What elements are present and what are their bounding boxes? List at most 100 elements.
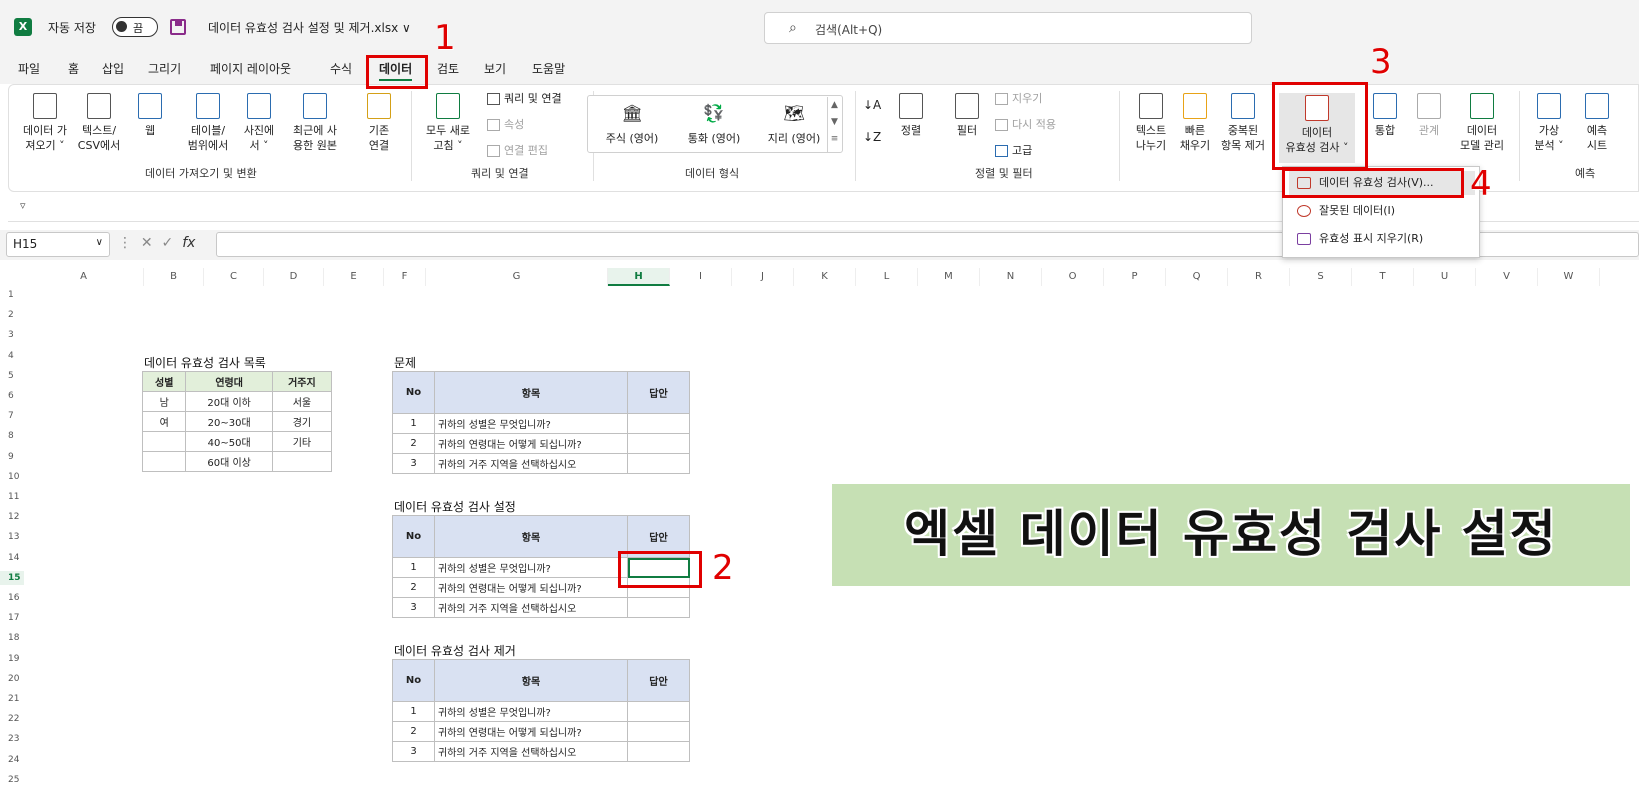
- column-header-g[interactable]: G: [426, 268, 608, 286]
- cell[interactable]: 여: [141, 411, 187, 432]
- column-header-j[interactable]: J: [732, 268, 794, 286]
- row-header-11[interactable]: 11: [0, 490, 24, 504]
- cell[interactable]: 귀하의 성별은 무엇입니까?: [434, 701, 628, 722]
- customize-toolbar-icon[interactable]: ▿: [20, 199, 26, 212]
- row-header-22[interactable]: 22: [0, 712, 24, 726]
- row-header-20[interactable]: 20: [0, 672, 24, 686]
- row-header-15[interactable]: 15: [0, 570, 24, 585]
- tab-file[interactable]: 파일: [18, 60, 40, 77]
- cell[interactable]: 귀하의 거주 지역을 선택하십시오: [434, 741, 628, 762]
- row-header-7[interactable]: 7: [0, 409, 24, 423]
- column-header-t[interactable]: T: [1352, 268, 1414, 286]
- answer-cell[interactable]: [627, 597, 690, 618]
- clear-filter-button[interactable]: 지우기: [995, 91, 1042, 107]
- row-header-4[interactable]: 4: [0, 349, 24, 363]
- recent-sources-button[interactable]: 최근에 사 용한 원본: [287, 93, 343, 153]
- column-header-f[interactable]: F: [384, 268, 426, 286]
- row-header-18[interactable]: 18: [0, 631, 24, 645]
- column-header-d[interactable]: D: [264, 268, 324, 286]
- column-header-o[interactable]: O: [1042, 268, 1104, 286]
- cell[interactable]: 2: [392, 577, 435, 598]
- tab-home[interactable]: 홈: [68, 60, 79, 77]
- cell[interactable]: 남: [141, 391, 187, 412]
- cell[interactable]: [141, 431, 187, 452]
- text-to-columns-button[interactable]: 텍스트 나누기: [1129, 93, 1173, 153]
- cell[interactable]: 서울: [271, 391, 333, 412]
- geography-button[interactable]: 🗺 지리 (영어): [754, 104, 834, 146]
- row-header-14[interactable]: 14: [0, 551, 24, 565]
- cell[interactable]: 1: [392, 557, 435, 578]
- answer-cell[interactable]: [627, 721, 690, 742]
- forecast-sheet-button[interactable]: 예측 시트: [1575, 93, 1619, 153]
- file-name[interactable]: 데이터 유효성 검사 설정 및 제거.xlsx ∨: [208, 19, 411, 36]
- sort-za-button[interactable]: ↓Z: [863, 129, 881, 145]
- name-box[interactable]: H15 ∨: [6, 232, 110, 257]
- column-header-a[interactable]: A: [24, 268, 144, 286]
- row-header-3[interactable]: 3: [0, 328, 24, 342]
- cell[interactable]: 3: [392, 597, 435, 618]
- row-header-17[interactable]: 17: [0, 611, 24, 625]
- row-header-21[interactable]: 21: [0, 692, 24, 706]
- column-header-h[interactable]: H: [608, 268, 670, 286]
- column-header-p[interactable]: P: [1104, 268, 1166, 286]
- sort-az-button[interactable]: ↓A: [863, 97, 881, 113]
- text-csv-button[interactable]: 텍스트/ CSV에서: [73, 93, 125, 153]
- answer-cell[interactable]: [627, 413, 690, 434]
- column-header-r[interactable]: R: [1228, 268, 1290, 286]
- insert-function-icon[interactable]: fx: [182, 235, 195, 251]
- column-header-i[interactable]: I: [670, 268, 732, 286]
- edit-links-button[interactable]: 연결 편집: [487, 143, 548, 159]
- filter-button[interactable]: 필터: [947, 93, 987, 138]
- advanced-filter-button[interactable]: 고급: [995, 143, 1032, 159]
- stocks-button[interactable]: 🏛 주식 (영어): [592, 104, 672, 146]
- cell[interactable]: 귀하의 연령대는 어떻게 되십니까?: [434, 721, 628, 742]
- tab-view[interactable]: 보기: [484, 60, 506, 77]
- existing-connections-button[interactable]: 기존 연결: [361, 93, 397, 153]
- row-header-24[interactable]: 24: [0, 753, 24, 767]
- cell[interactable]: 3: [392, 741, 435, 762]
- tab-review[interactable]: 검토: [437, 60, 459, 77]
- cell[interactable]: 귀하의 연령대는 어떻게 되십니까?: [434, 433, 628, 454]
- autosave-toggle[interactable]: 끔: [112, 17, 158, 37]
- save-icon[interactable]: [170, 19, 186, 35]
- cell[interactable]: 3: [392, 453, 435, 474]
- flash-fill-button[interactable]: 빠른 채우기: [1175, 93, 1215, 153]
- cell[interactable]: 2: [392, 721, 435, 742]
- column-header-n[interactable]: N: [980, 268, 1042, 286]
- row-header-12[interactable]: 12: [0, 510, 24, 524]
- row-header-25[interactable]: 25: [0, 773, 24, 787]
- column-header-u[interactable]: U: [1414, 268, 1476, 286]
- tab-draw[interactable]: 그리기: [148, 60, 181, 77]
- row-header-1[interactable]: 1: [0, 288, 24, 302]
- cell[interactable]: 귀하의 성별은 무엇입니까?: [434, 413, 628, 434]
- queries-connections-button[interactable]: 쿼리 및 연결: [487, 91, 562, 107]
- answer-cell[interactable]: [627, 701, 690, 722]
- answer-cell[interactable]: [627, 453, 690, 474]
- sort-button[interactable]: 정렬: [891, 93, 931, 138]
- consolidate-button[interactable]: 통합: [1365, 93, 1405, 138]
- search-input[interactable]: ⌕ 검색(Alt+Q): [764, 12, 1252, 44]
- row-header-2[interactable]: 2: [0, 308, 24, 322]
- refresh-all-button[interactable]: 모두 새로 고침 ˅: [419, 93, 477, 153]
- cell[interactable]: 귀하의 연령대는 어떻게 되십니까?: [434, 577, 628, 598]
- relationships-button[interactable]: 관계: [1409, 93, 1449, 138]
- tab-insert[interactable]: 삽입: [102, 60, 124, 77]
- cell[interactable]: 1: [392, 701, 435, 722]
- gallery-scroller[interactable]: ▲ ▼ ≡: [827, 97, 841, 153]
- menu-item-circle-invalid[interactable]: 잘못된 데이터(I): [1289, 199, 1475, 223]
- what-if-button[interactable]: 가상 분석 ˅: [1527, 93, 1571, 153]
- tab-page-layout[interactable]: 페이지 레이아웃: [210, 60, 291, 77]
- cancel-icon[interactable]: ✕: [141, 235, 153, 251]
- table-range-button[interactable]: 테이블/ 범위에서: [183, 93, 233, 153]
- cell[interactable]: 귀하의 성별은 무엇입니까?: [434, 557, 628, 578]
- column-header-v[interactable]: V: [1476, 268, 1538, 286]
- row-header-23[interactable]: 23: [0, 732, 24, 746]
- cell[interactable]: 귀하의 거주 지역을 선택하십시오: [434, 453, 628, 474]
- from-picture-button[interactable]: 사진에 서 ˅: [237, 93, 281, 153]
- tab-formulas[interactable]: 수식: [330, 60, 352, 77]
- cell[interactable]: 20~30대: [185, 411, 273, 432]
- menu-item-clear-circles[interactable]: 유효성 표시 지우기(R): [1289, 227, 1475, 251]
- currency-button[interactable]: 💱 통화 (영어): [674, 104, 754, 146]
- more-options-icon[interactable]: ⋮: [118, 235, 132, 251]
- properties-button[interactable]: 속성: [487, 117, 524, 133]
